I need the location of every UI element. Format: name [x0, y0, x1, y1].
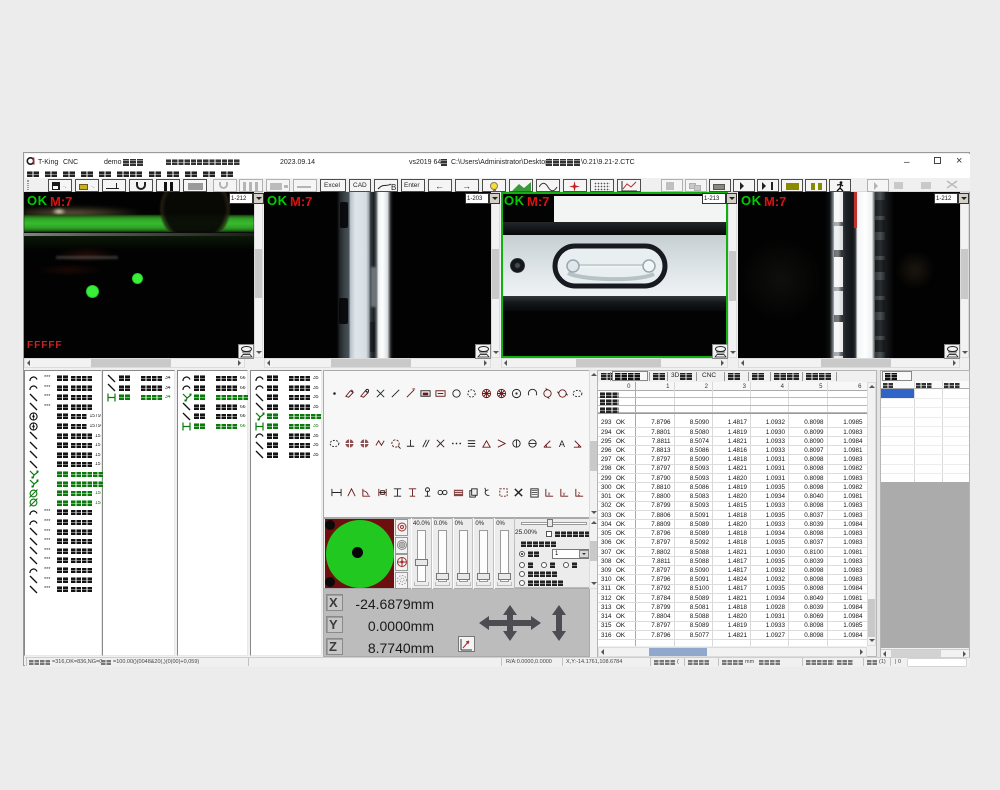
- svg-text:x: x: [547, 491, 550, 497]
- svg-text:A: A: [559, 439, 566, 449]
- svg-text:B: B: [391, 183, 396, 191]
- svg-text:y: y: [563, 491, 566, 497]
- svg-text:z: z: [578, 491, 581, 497]
